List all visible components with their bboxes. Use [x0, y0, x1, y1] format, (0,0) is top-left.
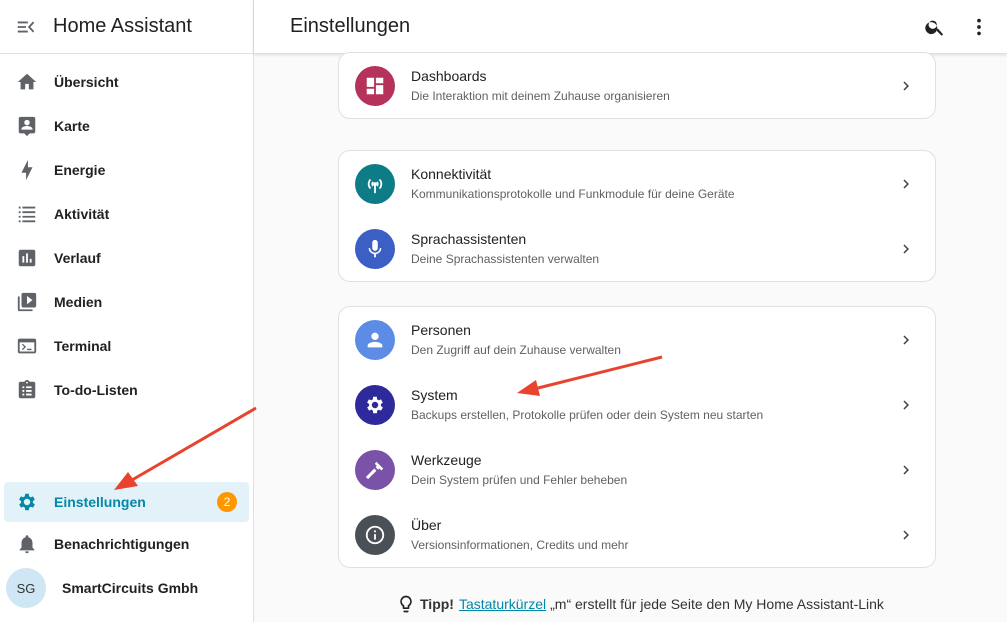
settings-card-connectivity: Konnektivität Kommunikationsprotokolle u…: [338, 150, 936, 282]
user-name: SmartCircuits Gmbh: [62, 580, 199, 596]
gear-icon: [16, 491, 38, 513]
hammer-icon: [355, 449, 395, 490]
page-title: Einstellungen: [290, 15, 411, 37]
row-title: System: [411, 386, 458, 403]
keyboard-shortcuts-link[interactable]: Tastaturkürzel: [459, 596, 546, 612]
chevron-right-icon: [897, 331, 915, 349]
sidebar-item-label: Energie: [54, 162, 106, 178]
terminal-icon: [16, 335, 38, 357]
menu-collapse-button[interactable]: [0, 0, 52, 54]
gear-icon: [355, 384, 395, 425]
sidebar-nav: Übersicht Karte Energie Aktivität Verlau…: [0, 54, 253, 412]
settings-row-dashboards[interactable]: Dashboards Die Interaktion mit deinem Zu…: [339, 53, 935, 118]
row-text: Personen Den Zugriff auf dein Zuhause ve…: [411, 321, 621, 359]
row-text: Dashboards Die Interaktion mit deinem Zu…: [411, 67, 670, 105]
sidebar-item-label: Benachrichtigungen: [54, 536, 190, 552]
list-icon: [16, 203, 38, 225]
row-text: Werkzeuge Dein System prüfen und Fehler …: [411, 451, 627, 489]
app-title: Home Assistant: [53, 15, 192, 37]
settings-row-personen[interactable]: Personen Den Zugriff auf dein Zuhause ve…: [339, 307, 935, 372]
settings-row-werkzeuge[interactable]: Werkzeuge Dein System prüfen und Fehler …: [339, 437, 935, 502]
map-person-icon: [16, 115, 38, 137]
row-title: Werkzeuge: [411, 451, 482, 468]
row-text: Sprachassistenten Deine Sprachassistente…: [411, 230, 599, 268]
notification-badge: 2: [217, 492, 237, 512]
sidebar-user-profile[interactable]: SG SmartCircuits Gmbh: [0, 566, 253, 610]
row-title: Konnektivität: [411, 165, 492, 182]
sidebar-item-terminal[interactable]: Terminal: [0, 324, 253, 368]
sidebar-item-einstellungen[interactable]: Einstellungen 2: [4, 482, 249, 522]
dashboard-icon: [355, 65, 395, 106]
lightbulb-icon: [400, 595, 412, 613]
tip-label: Tipp!: [420, 596, 454, 612]
microphone-icon: [355, 228, 395, 269]
sidebar-item-label: Aktivität: [54, 206, 110, 222]
row-subtitle: Deine Sprachassistenten verwalten: [411, 251, 600, 266]
sidebar-item-label: Medien: [54, 294, 103, 310]
chevron-right-icon: [897, 77, 915, 95]
lightning-icon: [16, 159, 38, 181]
row-subtitle: Kommunikationsprotokolle und Funkmodule …: [411, 186, 735, 201]
row-title: Personen: [411, 321, 471, 338]
settings-row-ueber[interactable]: Über Versionsinformationen, Credits und …: [339, 502, 935, 567]
chevron-right-icon: [897, 526, 915, 544]
sidebar-header: Home Assistant: [0, 0, 253, 54]
sidebar-item-karte[interactable]: Karte: [0, 104, 253, 148]
settings-card-system: Personen Den Zugriff auf dein Zuhause ve…: [338, 306, 936, 568]
sidebar-item-label: Einstellungen: [54, 494, 146, 510]
row-text: Konnektivität Kommunikationsprotokolle u…: [411, 165, 735, 203]
info-icon: [355, 514, 395, 555]
sidebar-item-aktivitaet[interactable]: Aktivität: [0, 192, 253, 236]
sidebar: Home Assistant Übersicht Karte Energie A…: [0, 0, 254, 622]
sidebar-item-medien[interactable]: Medien: [0, 280, 253, 324]
chevron-right-icon: [897, 396, 915, 414]
person-icon: [355, 319, 395, 360]
tip-text: „m“ erstellt für jede Seite den My Home …: [550, 596, 884, 612]
row-subtitle: Dein System prüfen und Fehler beheben: [411, 472, 628, 487]
sidebar-item-label: Karte: [54, 118, 90, 134]
row-text: System Backups erstellen, Protokolle prü…: [411, 386, 763, 424]
menu-collapse-icon: [17, 21, 35, 32]
settings-row-sprachassistenten[interactable]: Sprachassistenten Deine Sprachassistente…: [339, 216, 935, 281]
bell-icon: [16, 533, 38, 555]
chevron-right-icon: [897, 461, 915, 479]
search-button[interactable]: [913, 5, 957, 49]
settings-row-system[interactable]: System Backups erstellen, Protokolle prü…: [339, 372, 935, 437]
sidebar-item-label: Übersicht: [54, 74, 119, 90]
more-vert-icon: [977, 18, 981, 35]
sidebar-item-benachrichtigungen[interactable]: Benachrichtigungen: [0, 522, 253, 566]
home-icon: [16, 71, 38, 93]
chart-bar-icon: [16, 247, 38, 269]
row-subtitle: Backups erstellen, Protokolle prüfen ode…: [411, 407, 764, 422]
settings-card-dashboards: Dashboards Die Interaktion mit deinem Zu…: [338, 52, 936, 119]
chevron-right-icon: [897, 240, 915, 258]
sidebar-item-uebersicht[interactable]: Übersicht: [0, 60, 253, 104]
sidebar-item-label: Terminal: [54, 338, 112, 354]
settings-row-konnektivitaet[interactable]: Konnektivität Kommunikationsprotokolle u…: [339, 151, 935, 216]
row-title: Sprachassistenten: [411, 230, 527, 247]
clipboard-list-icon: [16, 379, 38, 401]
antenna-icon: [355, 163, 395, 204]
search-icon: [925, 20, 944, 36]
settings-content: Dashboards Die Interaktion mit deinem Zu…: [254, 52, 1007, 622]
row-subtitle: Die Interaktion mit deinem Zuhause organ…: [411, 88, 670, 103]
sidebar-item-label: Verlauf: [54, 250, 101, 266]
media-play-icon: [16, 291, 38, 313]
row-title: Über: [411, 516, 442, 533]
more-options-button[interactable]: [957, 5, 1001, 49]
top-actions: [913, 5, 1001, 49]
avatar: SG: [6, 568, 46, 608]
row-title: Dashboards: [411, 67, 487, 84]
chevron-right-icon: [897, 175, 915, 193]
sidebar-item-energie[interactable]: Energie: [0, 148, 253, 192]
sidebar-bottom: Einstellungen 2 Benachrichtigungen SG Sm…: [0, 482, 253, 610]
tip-banner: Tipp! Tastaturkürzel „m“ erstellt für je…: [396, 594, 884, 614]
sidebar-item-todo[interactable]: To-do-Listen: [0, 368, 253, 412]
sidebar-item-verlauf[interactable]: Verlauf: [0, 236, 253, 280]
row-subtitle: Den Zugriff auf dein Zuhause verwalten: [411, 342, 621, 357]
sidebar-item-label: To-do-Listen: [54, 382, 138, 398]
top-bar: Einstellungen: [254, 0, 1007, 54]
row-subtitle: Versionsinformationen, Credits und mehr: [411, 537, 629, 552]
row-text: Über Versionsinformationen, Credits und …: [411, 516, 628, 554]
